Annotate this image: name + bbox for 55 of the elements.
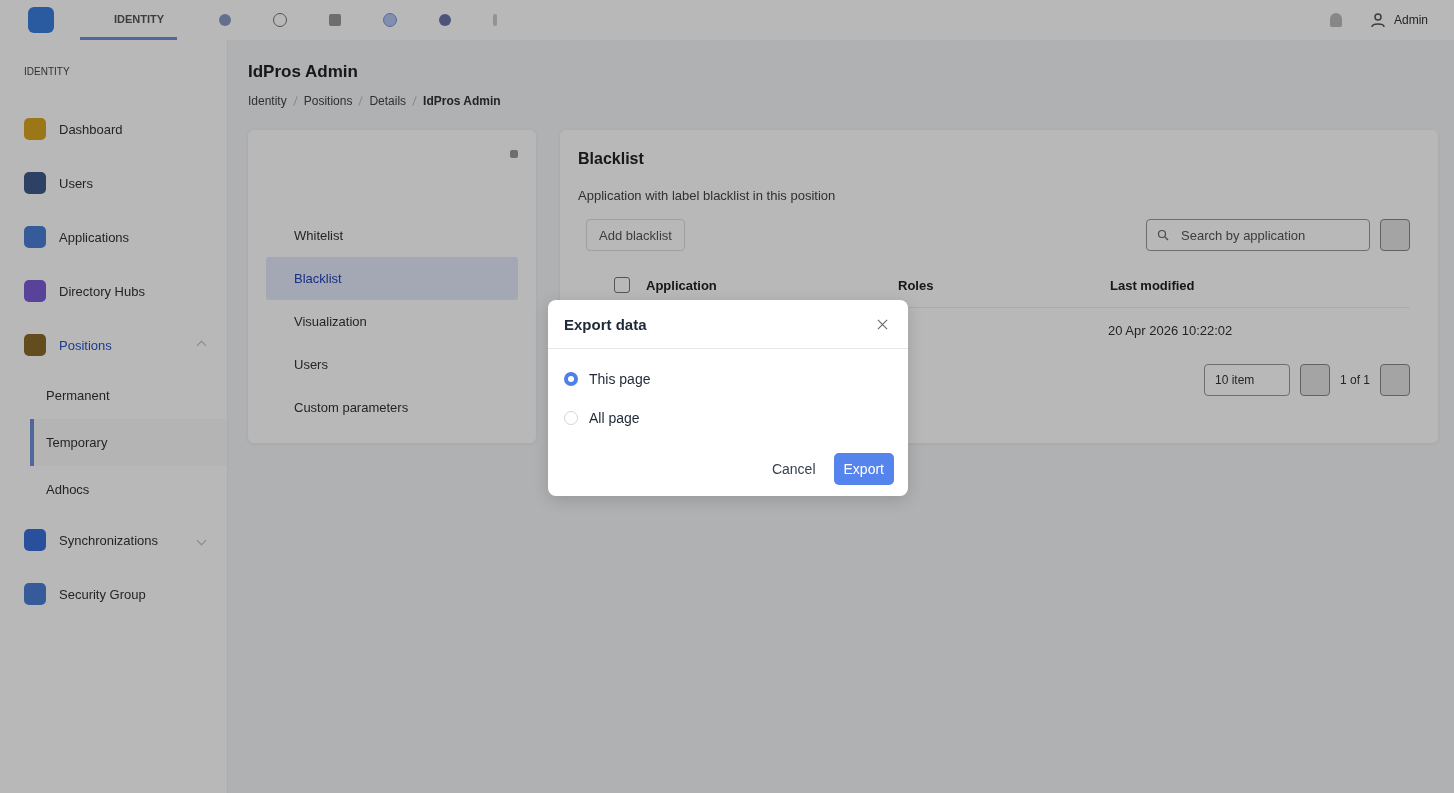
app-icon[interactable]	[329, 14, 341, 26]
card-title: Blacklist	[578, 150, 645, 168]
menu-item[interactable]: Whitelist	[266, 214, 518, 257]
menu-icon	[24, 334, 46, 356]
app-icon[interactable]	[439, 14, 451, 26]
page-size-select[interactable]: 10 item	[1203, 364, 1290, 396]
card-subtitle: Application with label blacklist in this position	[578, 188, 837, 203]
page-title: IdPros Admin	[248, 62, 359, 82]
prev-button[interactable]	[1299, 364, 1330, 396]
menu-icon	[24, 529, 46, 551]
export-button[interactable]: Export	[833, 453, 894, 485]
option-label[interactable]: This page	[589, 370, 651, 387]
cancel-button[interactable]: Cancel	[761, 453, 826, 485]
breadcrumb-link[interactable]: Identity	[248, 94, 287, 108]
more-button[interactable]	[1380, 219, 1410, 251]
checkbox[interactable]	[614, 277, 630, 293]
column-header[interactable]: Last modified	[1110, 277, 1195, 293]
menu-icon	[24, 172, 46, 194]
column-header[interactable]: Application	[646, 277, 898, 293]
user-icon[interactable]	[1370, 12, 1386, 28]
add-button[interactable]: Add blacklist	[586, 219, 685, 251]
option-label[interactable]: All page	[589, 409, 640, 426]
next-button[interactable]	[1380, 364, 1410, 396]
menu-icon	[24, 118, 46, 140]
sidebar-subitem[interactable]: Temporary	[30, 419, 227, 466]
sidebar-item[interactable]: Dashboard	[0, 102, 227, 156]
sidebar-item[interactable]: Directory Hubs	[0, 264, 227, 318]
menu-item[interactable]: Custom parameters	[266, 386, 518, 429]
sidebar-item[interactable]: Users	[0, 156, 227, 210]
menu-item[interactable]: Users	[266, 343, 518, 386]
menu-icon	[24, 583, 46, 605]
breadcrumb-link[interactable]: IdPros Admin	[423, 94, 501, 108]
page-indicator: 1 of 1	[1339, 373, 1370, 387]
app-icon[interactable]	[383, 13, 397, 27]
section-label: IDENTITY	[23, 66, 71, 79]
radio-button[interactable]	[564, 371, 578, 386]
app-logo-icon[interactable]	[28, 7, 54, 33]
table-cell: 20 Apr 2026 10:22:02	[1108, 322, 1233, 338]
sidebar-subitem[interactable]: Permanent	[0, 372, 227, 419]
app-icon[interactable]	[219, 14, 231, 26]
sidebar-item[interactable]: Security Group	[0, 567, 227, 621]
breadcrumb-link[interactable]: Positions	[303, 94, 353, 108]
sidebar-item[interactable]: Applications	[0, 210, 227, 264]
menu-icon	[24, 226, 46, 248]
breadcrumb-link[interactable]: Details	[369, 94, 407, 108]
menu-icon	[24, 280, 46, 302]
dialog-title: Export data	[564, 315, 647, 333]
menu-item[interactable]: Blacklist	[266, 257, 518, 300]
sidebar-item[interactable]: Positions	[0, 318, 227, 372]
search-field[interactable]: Search by application	[1146, 219, 1370, 251]
menu-item[interactable]: Visualization	[266, 300, 518, 343]
sidebar-subitem[interactable]: Adhocs	[0, 466, 227, 513]
sidebar-item[interactable]: Synchronizations	[0, 513, 227, 567]
user-name[interactable]: Admin	[1394, 13, 1428, 27]
column-header[interactable]: Roles	[898, 277, 1110, 293]
